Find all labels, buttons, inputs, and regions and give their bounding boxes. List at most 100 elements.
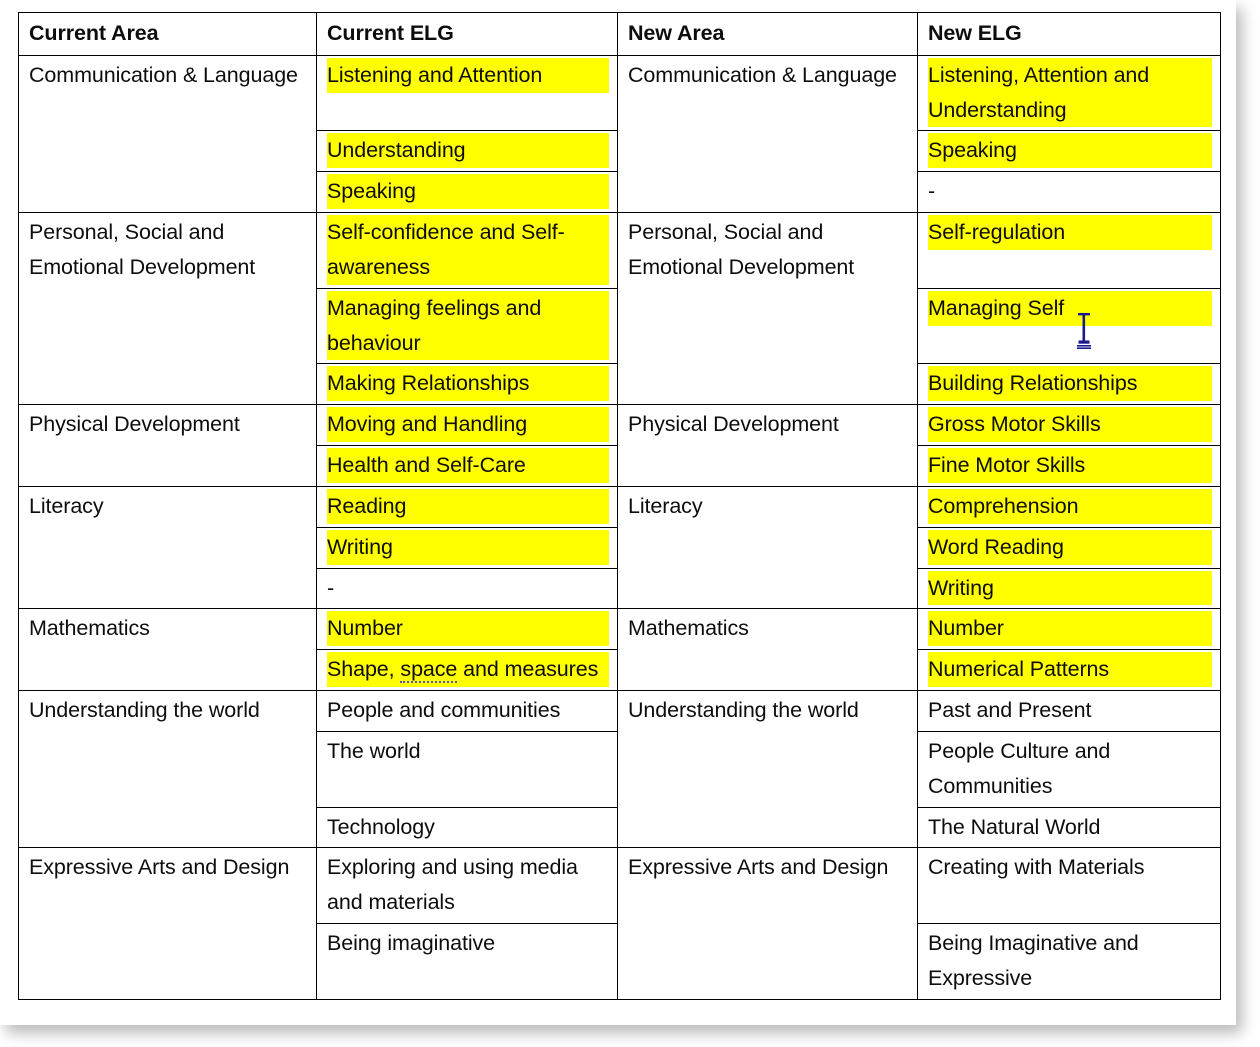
table-row: Expressive Arts and Design Exploring and … [18,847,1221,1000]
cell-current-area: Expressive Arts and Design [18,847,317,1000]
cell-current-elg: Making Relationships [316,363,618,406]
table-header: Current Area Current ELG New Area New EL… [18,12,1221,56]
smart-tag-underline[interactable]: space [400,657,457,684]
elg-text: - [327,575,335,600]
highlighted-elg-text: Moving and Handling [327,407,609,443]
cell-new-elg: Managing Self [917,287,1221,365]
table-body: Communication & Language Listening and At… [18,54,1221,1000]
column-header-current-area: Current Area [18,12,317,56]
elg-text: Exploring and using media and materials [327,855,578,915]
cell-current-elg: Managing feelings and behaviour [316,287,618,365]
cell-current-area: Communication & Language [18,54,317,214]
cell-new-area: Communication & Language [617,54,918,214]
table-row: Personal, Social and Emotional Developme… [18,212,1221,406]
cell-new-elg: Listening, Attention and Understanding [917,54,1221,132]
elg-text: People Culture and Communities [928,738,1111,798]
highlighted-elg-text: Writing [327,529,609,565]
elg-text: The world [327,738,421,763]
column-header-current-elg: Current ELG [316,12,618,56]
cell-current-area: Physical Development [18,404,317,487]
highlighted-elg-text: Speaking [928,133,1212,169]
highlighted-elg-text: Making Relationships [327,366,609,402]
cell-current-elg: Number [316,608,618,651]
elg-text: The Natural World [928,814,1101,839]
cell-current-elg: Being imaginative [316,923,618,1000]
cell-current-elg: Writing [316,526,618,569]
cell-current-elg: Listening and Attention [316,54,618,132]
column-header-new-elg: New ELG [917,12,1221,56]
elg-text: People and communities [327,698,561,723]
cell-new-elg: Comprehension [917,485,1221,528]
cell-new-elg: The Natural World [917,806,1221,849]
cell-new-area: Expressive Arts and Design [617,847,918,1000]
cell-current-elg: Self-confidence and Self-awareness [316,212,618,289]
table-row: Communication & Language Listening and At… [18,54,1221,214]
cell-current-elg: Exploring and using media and materials [316,847,618,925]
cell-current-elg: Health and Self-Care [316,445,618,487]
table-row: Understanding the world People and commun… [18,690,1221,849]
cell-current-elg: The world [316,730,618,808]
highlighted-elg-text: Self-regulation [928,215,1212,250]
cell-new-elg: Numerical Patterns [917,649,1221,692]
highlighted-elg-text: Building Relationships [928,366,1212,402]
cell-current-area: Understanding the world [18,690,317,849]
elg-text: Being imaginative [327,931,496,956]
elg-text: Being Imaginative and Expressive [928,931,1139,990]
highlighted-elg-text: Word Reading [928,529,1212,565]
cell-new-elg: Past and Present [917,690,1221,732]
cell-new-area: Physical Development [617,404,918,487]
cell-new-elg: Gross Motor Skills [917,404,1221,447]
highlighted-elg-text: Number [928,611,1212,647]
highlighted-elg-text: Comprehension [928,488,1212,524]
cell-new-elg: Number [917,608,1221,651]
cell-new-elg: - [917,171,1221,214]
cell-new-elg: Fine Motor Skills [917,445,1221,487]
document-page: Current Area Current ELG New Area New EL… [0,0,1236,1025]
highlighted-elg-text: Listening, Attention and Understanding [928,57,1212,128]
cell-new-elg: People Culture and Communities [917,730,1221,808]
highlighted-elg-text: Numerical Patterns [928,652,1212,688]
elg-comparison-table: Current Area Current ELG New Area New EL… [18,12,1221,1000]
cell-new-elg: Writing [917,567,1221,610]
table-header-row: Current Area Current ELG New Area New EL… [18,12,1221,56]
cell-new-elg: Creating with Materials [917,847,1221,925]
table-row: Mathematics Number Mathematics Number [18,608,1221,692]
elg-comparison-table-wrapper: Current Area Current ELG New Area New EL… [18,12,1221,1000]
table-row: Physical Development Moving and Handling P… [18,404,1221,487]
cell-new-elg: Word Reading [917,526,1221,569]
cell-new-elg: Speaking [917,130,1221,173]
column-header-new-area: New Area [617,12,918,56]
cell-new-elg: Self-regulation [917,212,1221,289]
highlighted-elg-text: Writing [928,570,1212,606]
cell-new-elg: Building Relationships [917,363,1221,406]
highlighted-elg-text: Listening and Attention [327,57,609,93]
cell-new-elg: Being Imaginative and Expressive [917,923,1221,1000]
highlighted-elg-text: Speaking [327,174,609,210]
highlighted-elg-text: Managing feelings and behaviour [327,290,609,361]
elg-text: - [928,179,936,204]
cell-current-area: Personal, Social and Emotional Developme… [18,212,317,406]
elg-text: Past and Present [928,698,1092,723]
cell-current-elg: People and communities [316,690,618,732]
elg-text: Technology [327,814,435,839]
cell-new-area: Understanding the world [617,690,918,849]
table-row: Literacy Reading Literacy Comprehension [18,485,1221,610]
highlighted-elg-text: Reading [327,488,609,524]
highlighted-elg-text: Gross Motor Skills [928,407,1212,443]
cell-current-area: Literacy [18,485,317,610]
cell-current-elg: Moving and Handling [316,404,618,447]
cell-current-elg: Shape, space and measures [316,649,618,692]
cell-current-elg: Understanding [316,130,618,173]
highlighted-elg-text: Number [327,611,609,647]
highlighted-elg-text: Understanding [327,133,609,169]
cell-current-area: Mathematics [18,608,317,692]
elg-text: Creating with Materials [928,855,1145,880]
highlighted-elg-text: Fine Motor Skills [928,448,1212,483]
cell-current-elg: - [316,567,618,610]
cell-new-area: Personal, Social and Emotional Developme… [617,212,918,406]
cell-current-elg: Speaking [316,171,618,214]
highlighted-elg-text: Shape, space and measures [327,652,609,688]
cell-new-area: Literacy [617,485,918,610]
cell-current-elg: Reading [316,485,618,528]
highlighted-elg-text: Managing Self [928,290,1212,326]
